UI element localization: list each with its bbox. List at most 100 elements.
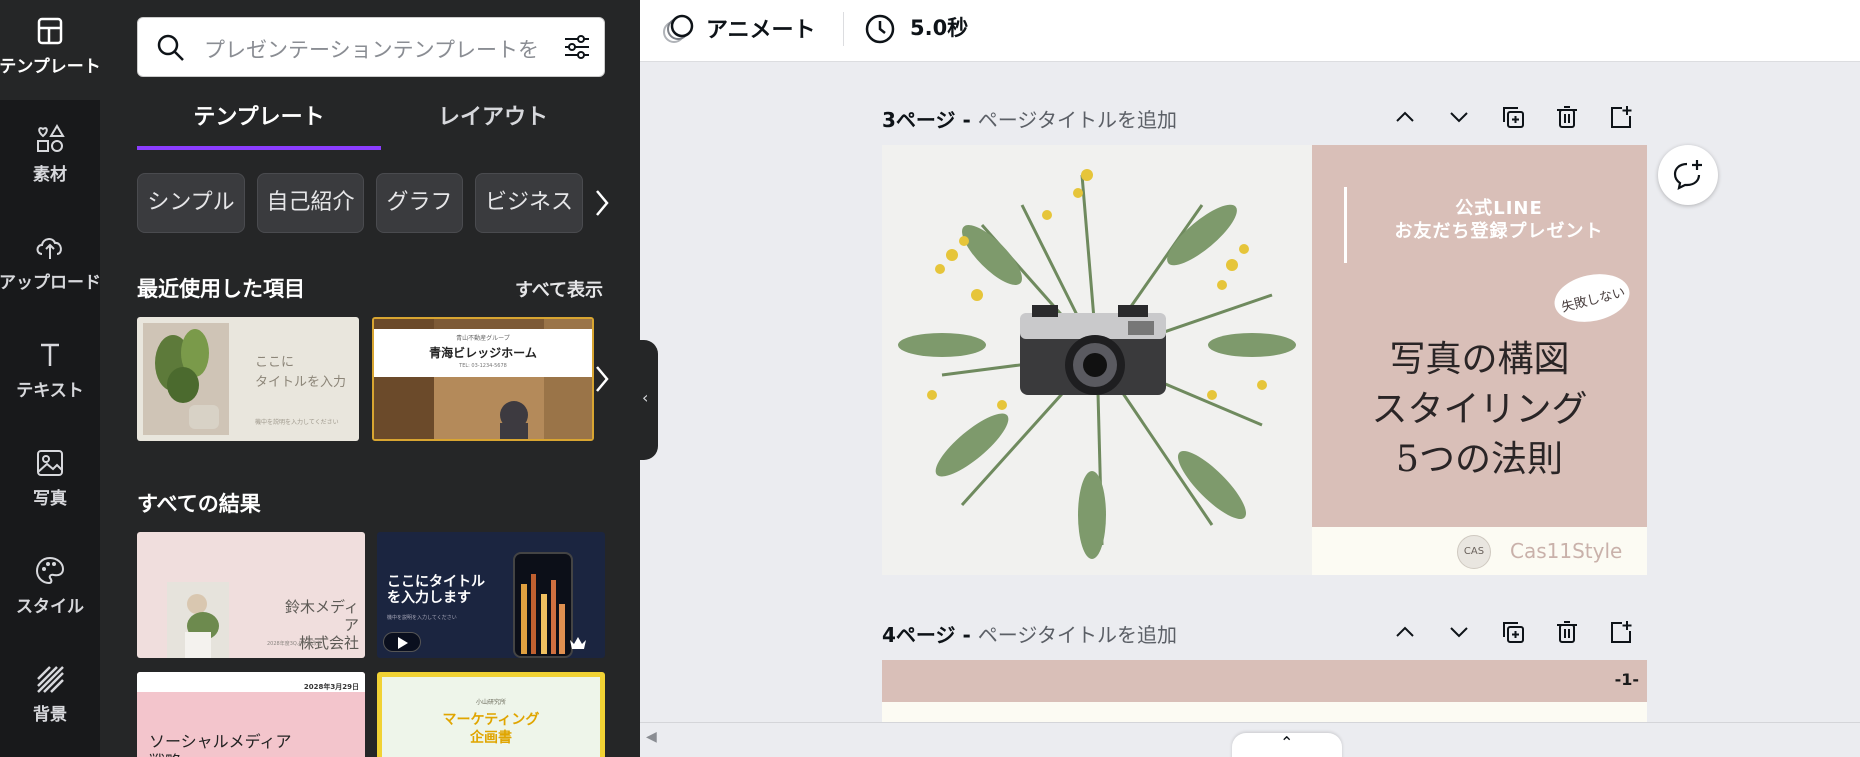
chevron-up-icon: ⌃ xyxy=(1280,733,1294,752)
chevron-left-icon: ‹ xyxy=(642,388,649,407)
rail-item-text[interactable]: テキスト xyxy=(0,324,100,432)
result-4-title: マーケティング 企画書 xyxy=(442,712,540,746)
page-3-header: 3ページ - ページタイトルを追加 xyxy=(882,104,1642,144)
chip-business[interactable]: ビジネス xyxy=(475,173,583,233)
text-icon xyxy=(41,343,59,366)
rail-label: スタイル xyxy=(16,597,84,617)
line-promo-text: 公式LINE お友だち登録プレゼント xyxy=(1394,198,1604,242)
add-page-icon[interactable] xyxy=(1608,619,1634,649)
slide-page-number: -1- xyxy=(1614,670,1639,689)
page-number: 4ページ - xyxy=(882,623,978,647)
trash-icon[interactable] xyxy=(1554,104,1580,134)
recent-1-note: 機中を説明を入力してください xyxy=(255,419,339,426)
chip-graph[interactable]: グラフ xyxy=(376,173,463,233)
search-input[interactable]: プレゼンテーションテンプレートを xyxy=(204,34,544,64)
scroll-left-icon[interactable]: ◀ xyxy=(646,729,657,745)
play-button[interactable] xyxy=(383,632,421,652)
clock-icon[interactable] xyxy=(864,13,896,45)
photo-icon xyxy=(37,450,63,476)
rail-label: 写真 xyxy=(33,489,67,509)
result-3-date: 2028年3月29日 xyxy=(303,683,359,691)
result-template-2[interactable]: ここにタイトル を入力します 機中を説明を入力してください xyxy=(377,532,605,658)
upload-icon xyxy=(36,238,62,259)
page-title-input[interactable]: ページタイトルを追加 xyxy=(978,623,1177,647)
expand-pages-tab[interactable]: ⌃ xyxy=(1232,733,1342,757)
recent-template-2[interactable]: 青山不動産グループ 青海ビレッジホーム TEL: 03-1234-5678 xyxy=(372,317,594,441)
brand-name: Cas11Style xyxy=(1510,539,1623,563)
chip-self-intro[interactable]: 自己紹介 xyxy=(257,173,364,233)
recent-title: 最近使用した項目 xyxy=(137,277,305,301)
rail-item-styles[interactable]: スタイル xyxy=(0,540,100,648)
result-3-title: ソーシャルメディア 戦略 xyxy=(149,732,292,757)
chip-simple[interactable]: シンプル xyxy=(137,173,245,233)
chevron-right-icon[interactable] xyxy=(594,188,610,218)
recent-next-icon[interactable] xyxy=(594,364,610,394)
rail-label: テンプレート xyxy=(0,57,101,77)
accent-line xyxy=(1344,187,1347,263)
search-box[interactable]: プレゼンテーションテンプレートを xyxy=(137,17,605,77)
panel-collapse-handle[interactable]: ‹ xyxy=(640,340,658,460)
rail-item-background[interactable]: 背景 xyxy=(0,648,100,756)
move-down-icon[interactable] xyxy=(1446,104,1472,134)
panel-tabs: テンプレート レイアウト xyxy=(137,96,605,150)
see-all-link[interactable]: すべて表示 xyxy=(515,276,603,302)
tab-layouts[interactable]: レイアウト xyxy=(381,96,605,150)
filter-icon[interactable] xyxy=(562,32,592,62)
slide-4-canvas[interactable]: -1- xyxy=(882,660,1647,722)
rail-label: テキスト xyxy=(16,381,84,401)
brand-logo: CAS xyxy=(1457,535,1491,569)
recent-1-title: ここに タイトルを入力 xyxy=(255,355,347,390)
banner: 青山不動産グループ 青海ビレッジホーム TEL: 03-1234-5678 xyxy=(374,329,592,377)
rail-item-templates[interactable]: テンプレート xyxy=(0,0,101,100)
flower-camera-photo xyxy=(882,145,1312,575)
crown-icon xyxy=(570,637,586,649)
move-up-icon[interactable] xyxy=(1392,104,1418,134)
trash-icon[interactable] xyxy=(1554,619,1580,649)
page-4-header: 4ページ - ページタイトルを追加 xyxy=(882,619,1642,659)
move-down-icon[interactable] xyxy=(1446,619,1472,649)
left-rail: テンプレート 素材 アップロード テキスト 写真 スタイル 背景 xyxy=(0,0,101,757)
header-band xyxy=(882,660,1647,702)
rail-label: 背景 xyxy=(33,705,67,725)
slide-3-canvas[interactable]: 公式LINE お友だち登録プレゼント 失敗しない 写真の構図 スタイリング 5つ… xyxy=(882,145,1647,575)
duplicate-icon[interactable] xyxy=(1500,619,1526,649)
result-template-1[interactable]: 鈴木メディア 株式会社 2028年度3Qより部改善 xyxy=(137,532,365,658)
result-template-4[interactable]: 小山研究所 マーケティング 企画書 xyxy=(377,672,605,757)
result-2-title: ここにタイトル を入力します xyxy=(387,574,485,606)
rail-item-elements[interactable]: 素材 xyxy=(0,108,100,216)
elements-icon xyxy=(37,124,65,152)
result-2-note: 機中を説明を入力してください xyxy=(387,615,457,621)
play-icon xyxy=(398,637,408,649)
page-title-input[interactable]: ページタイトルを追加 xyxy=(978,108,1177,132)
move-up-icon[interactable] xyxy=(1392,619,1418,649)
rail-label: アップロード xyxy=(0,273,101,293)
rail-item-uploads[interactable]: アップロード xyxy=(0,216,101,324)
animate-icon[interactable] xyxy=(662,14,694,46)
comment-plus-icon xyxy=(1673,160,1702,190)
background-icon xyxy=(37,666,64,693)
editor-toolbar: アニメート 5.0秒 xyxy=(640,0,1860,62)
rail-label: 素材 xyxy=(33,165,67,185)
result-4-kicker: 小山研究所 xyxy=(475,699,506,706)
result-template-3[interactable]: 2028年3月29日 ソーシャルメディア 戦略 xyxy=(137,672,365,757)
templates-icon xyxy=(37,17,63,45)
bottom-bar: ◀ ⌃ xyxy=(640,722,1860,757)
palette-icon xyxy=(35,556,65,585)
phone-image xyxy=(513,552,573,658)
animate-button[interactable]: アニメート xyxy=(706,12,816,44)
toolbar-divider xyxy=(843,12,844,46)
result-1-note: 2028年度3Qより部改善 xyxy=(267,641,322,647)
add-comment-button[interactable] xyxy=(1658,145,1718,205)
recent-template-1[interactable]: ここに タイトルを入力 機中を説明を入力してください xyxy=(137,317,359,441)
person-photo xyxy=(167,582,229,658)
tab-templates[interactable]: テンプレート xyxy=(137,96,381,150)
page-number: 3ページ - xyxy=(882,108,978,132)
rail-item-photos[interactable]: 写真 xyxy=(0,432,100,540)
templates-panel: プレゼンテーションテンプレートを テンプレート レイアウト シンプル 自己紹介 … xyxy=(100,0,640,757)
duration-button[interactable]: 5.0秒 xyxy=(910,12,968,42)
search-icon xyxy=(157,34,184,61)
add-page-icon[interactable] xyxy=(1608,104,1634,134)
plant-image xyxy=(143,323,229,435)
duplicate-icon[interactable] xyxy=(1500,104,1526,134)
all-results-title: すべての結果 xyxy=(137,492,261,516)
